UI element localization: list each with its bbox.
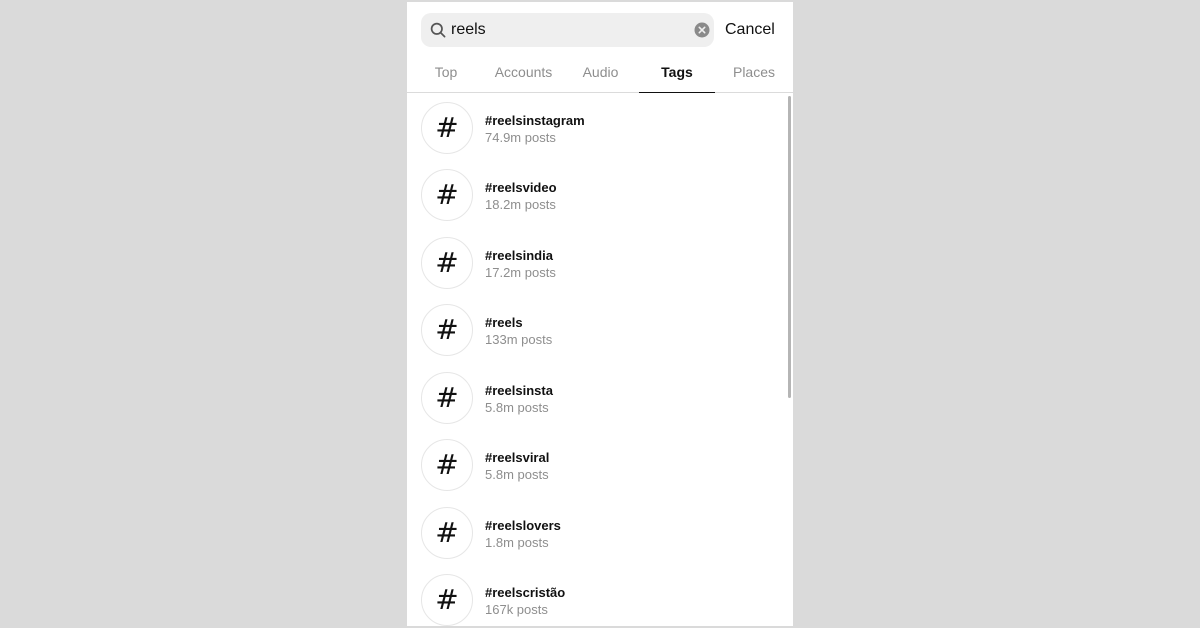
list-item[interactable]: # #reelsindia 17.2m posts	[407, 231, 787, 295]
list-item[interactable]: # #reelsviral 5.8m posts	[407, 433, 787, 497]
hashtag-icon: #	[421, 169, 473, 221]
clear-icon[interactable]	[694, 22, 710, 38]
hashtag-icon: #	[421, 304, 473, 356]
tab-top[interactable]: Top	[407, 54, 485, 92]
tab-bar: Top Accounts Audio Tags Places	[407, 54, 793, 93]
tag-name: #reelsviral	[485, 450, 550, 465]
list-item[interactable]: # #reelsinsta 5.8m posts	[407, 366, 787, 430]
search-icon	[430, 22, 446, 38]
list-item[interactable]: # #reels 133m posts	[407, 298, 787, 362]
cancel-button[interactable]: Cancel	[725, 13, 775, 47]
list-item[interactable]: # #reelscristão 167k posts	[407, 568, 787, 626]
tag-results-list: # #reelsinstagram 74.9m posts # #reelsvi…	[407, 93, 793, 626]
tag-name: #reelslovers	[485, 518, 561, 533]
hashtag-icon: #	[421, 439, 473, 491]
hashtag-icon: #	[421, 574, 473, 626]
tag-name: #reelsvideo	[485, 180, 557, 195]
tag-post-count: 133m posts	[485, 332, 553, 347]
tag-post-count: 167k posts	[485, 602, 548, 617]
search-input[interactable]	[451, 13, 681, 47]
list-item[interactable]: # #reelsinstagram 74.9m posts	[407, 96, 787, 160]
search-field-container[interactable]	[421, 13, 714, 47]
hashtag-icon: #	[421, 372, 473, 424]
hashtag-icon: #	[421, 102, 473, 154]
tag-name: #reelscristão	[485, 585, 566, 600]
tag-name: #reelsinstagram	[485, 113, 585, 128]
tag-name: #reels	[485, 315, 523, 330]
tab-audio[interactable]: Audio	[562, 54, 639, 92]
tag-post-count: 1.8m posts	[485, 535, 549, 550]
scrollbar[interactable]	[788, 96, 791, 398]
tab-accounts[interactable]: Accounts	[485, 54, 562, 92]
search-panel: Cancel Top Accounts Audio Tags Places # …	[407, 2, 793, 626]
hashtag-icon: #	[421, 507, 473, 559]
tab-tags[interactable]: Tags	[639, 54, 715, 93]
list-item[interactable]: # #reelsvideo 18.2m posts	[407, 163, 787, 227]
tab-places[interactable]: Places	[715, 54, 793, 92]
search-bar: Cancel	[421, 13, 781, 47]
hashtag-icon: #	[421, 237, 473, 289]
tag-post-count: 18.2m posts	[485, 197, 556, 212]
tag-post-count: 17.2m posts	[485, 265, 556, 280]
tag-post-count: 5.8m posts	[485, 467, 549, 482]
tag-post-count: 5.8m posts	[485, 400, 549, 415]
tag-post-count: 74.9m posts	[485, 130, 556, 145]
tag-name: #reelsindia	[485, 248, 553, 263]
tag-name: #reelsinsta	[485, 383, 553, 398]
list-item[interactable]: # #reelslovers 1.8m posts	[407, 501, 787, 565]
